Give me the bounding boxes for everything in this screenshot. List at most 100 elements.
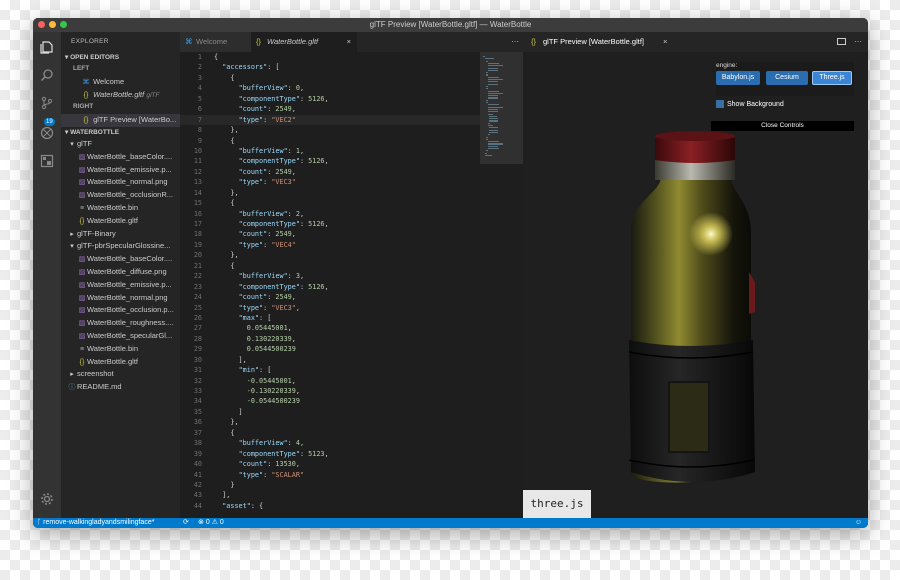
code-token: -0.130220339 (246, 387, 296, 395)
open-editor-welcome[interactable]: ⌘ Welcome (61, 76, 180, 89)
more-actions-button[interactable]: ··· (511, 32, 519, 52)
tree-item-label: glTF-pbrSpecularGlossine... (77, 241, 171, 251)
line-number: 9 (197, 136, 202, 145)
line-number: 44 (193, 501, 202, 510)
code-line: 26 "max": [ (180, 313, 480, 323)
code-token: , (291, 293, 296, 302)
minimap[interactable] (480, 52, 523, 518)
code-token: , (299, 146, 305, 155)
close-tab-button[interactable]: × (347, 32, 351, 52)
tree-item[interactable]: ▨ WaterBottle_emissive.p... (61, 279, 180, 292)
tab-waterbottle-gltf[interactable]: {} WaterBottle.gltf × (251, 32, 357, 52)
open-editor-gltf-preview[interactable]: {} glTF Preview [WaterBo... (61, 114, 180, 127)
line-number: 8 (197, 126, 202, 135)
image-file-icon: ▨ (78, 332, 86, 340)
tree-item[interactable]: ▨ WaterBottle_normal.png (61, 176, 180, 189)
source-control-icon[interactable] (40, 96, 54, 110)
minimap-line (486, 74, 489, 76)
code-token: , (299, 439, 305, 448)
code-editor[interactable]: 1{2 "accessors": [3 {4 "bufferView": 0, 5… (180, 52, 480, 518)
tree-item[interactable]: ▨ WaterBottle_occlusionR... (61, 189, 180, 202)
sync-icon[interactable]: ⟳ (183, 518, 189, 528)
debug-icon[interactable] (40, 126, 54, 140)
split-editor-icon[interactable] (837, 38, 846, 45)
code-token: 5123 (308, 449, 325, 458)
code-token: "VEC4" (271, 240, 296, 249)
tree-item[interactable]: ▨ WaterBottle_diffuse.png (61, 266, 180, 279)
json-icon: {} (83, 91, 89, 99)
tree-item[interactable]: ▸ screenshot (61, 368, 180, 381)
tree-item[interactable]: ▸ glTF-Binary (61, 228, 180, 241)
tree-item[interactable]: ▨ WaterBottle_emissive.p... (61, 164, 180, 177)
code-token: 2549 (275, 230, 292, 239)
preview-tab[interactable]: {} glTF Preview [WaterBottle.gltf] × ··· (523, 32, 868, 52)
tree-item[interactable]: ▾ glTF (61, 138, 180, 151)
image-file-icon: ▨ (78, 294, 86, 302)
show-background-row[interactable]: Show Background (716, 100, 854, 112)
line-number: 18 (193, 230, 202, 239)
tree-item[interactable]: ▨ WaterBottle_specularGl... (61, 330, 180, 343)
tree-item-label: WaterBottle_roughness.... (87, 318, 174, 328)
line-number: 10 (193, 146, 202, 155)
smiley-icon[interactable]: ☺ (855, 518, 862, 528)
close-window-button[interactable] (38, 21, 45, 28)
tree-item[interactable]: ▨ WaterBottle_baseColor.... (61, 253, 180, 266)
json-icon: {} (256, 37, 262, 46)
gear-icon[interactable] (40, 492, 54, 506)
code-token: 0.05445001 (246, 324, 288, 333)
search-icon[interactable] (40, 68, 54, 82)
zoom-window-button[interactable] (60, 21, 67, 28)
render-canvas[interactable]: engine: Babylon.js Cesium Three.js Show … (523, 52, 868, 518)
tree-item[interactable]: ▨ WaterBottle_baseColor.... (61, 151, 180, 164)
minimap-line (484, 58, 495, 60)
tree-item[interactable]: ▨ WaterBottle_normal.png (61, 292, 180, 305)
code-token: "type" (238, 178, 264, 187)
open-editors-header[interactable]: ▾ OPEN EDITORS (61, 52, 180, 63)
line-number: 37 (193, 428, 202, 437)
code-token: 0.0544500239 (246, 345, 296, 354)
code-token: , (299, 272, 305, 281)
engine-three-button[interactable]: Three.js (812, 71, 852, 85)
folder-header[interactable]: ▾ WATERBOTTLE (61, 127, 180, 138)
gltf-preview-pane: {} glTF Preview [WaterBottle.gltf] × ··· (523, 32, 868, 518)
engine-cesium-button[interactable]: Cesium (766, 71, 808, 85)
tree-item[interactable]: ⓘ README.md (61, 381, 180, 394)
code-line: 40 "count": 13530, (180, 459, 480, 469)
code-token: : (299, 282, 309, 291)
tree-item[interactable]: ≡ WaterBottle.bin (61, 343, 180, 356)
tree-item-label: WaterBottle_baseColor.... (87, 151, 173, 161)
line-number: 32 (193, 376, 202, 385)
chevron-down-icon: ▾ (70, 243, 74, 251)
show-background-checkbox[interactable] (716, 100, 724, 108)
info-icon: ⓘ (68, 384, 76, 392)
tree-item[interactable]: ▨ WaterBottle_roughness.... (61, 317, 180, 330)
engine-babylon-button[interactable]: Babylon.js (716, 71, 760, 85)
close-tab-button[interactable]: × (663, 32, 667, 52)
problems-indicator[interactable]: ⊗ 0 ⚠ 0 (198, 518, 224, 528)
minimize-window-button[interactable] (49, 21, 56, 28)
code-token: "count" (238, 167, 268, 176)
open-editor-waterbottle-gltf[interactable]: {} WaterBottle.gltf glTF (61, 89, 180, 102)
tree-item[interactable]: {} WaterBottle.gltf (61, 356, 180, 369)
branch-indicator[interactable]: ᚴ remove-walkingladyandsmilingface* (37, 518, 154, 528)
tree-item[interactable]: ▨ WaterBottle_occlusion.p... (61, 304, 180, 317)
tree-item[interactable]: {} WaterBottle.gltf (61, 215, 180, 228)
minimap-slider[interactable] (480, 52, 523, 164)
extensions-icon[interactable] (40, 154, 54, 168)
tree-item[interactable]: ▾ glTF-pbrSpecularGlossine... (61, 240, 180, 253)
minimap-line (487, 104, 499, 106)
tree-item[interactable]: ≡ WaterBottle.bin (61, 202, 180, 215)
more-actions-button[interactable]: ··· (854, 32, 862, 52)
json-icon: {} (79, 217, 85, 225)
code-line: 22 "bufferView": 3, (180, 271, 480, 281)
explorer-icon[interactable] (40, 40, 54, 54)
code-token: "count" (238, 293, 268, 302)
close-controls-button[interactable]: Close Controls (711, 121, 854, 131)
code-token: 2549 (275, 293, 292, 302)
code-token: : [ (259, 313, 272, 322)
